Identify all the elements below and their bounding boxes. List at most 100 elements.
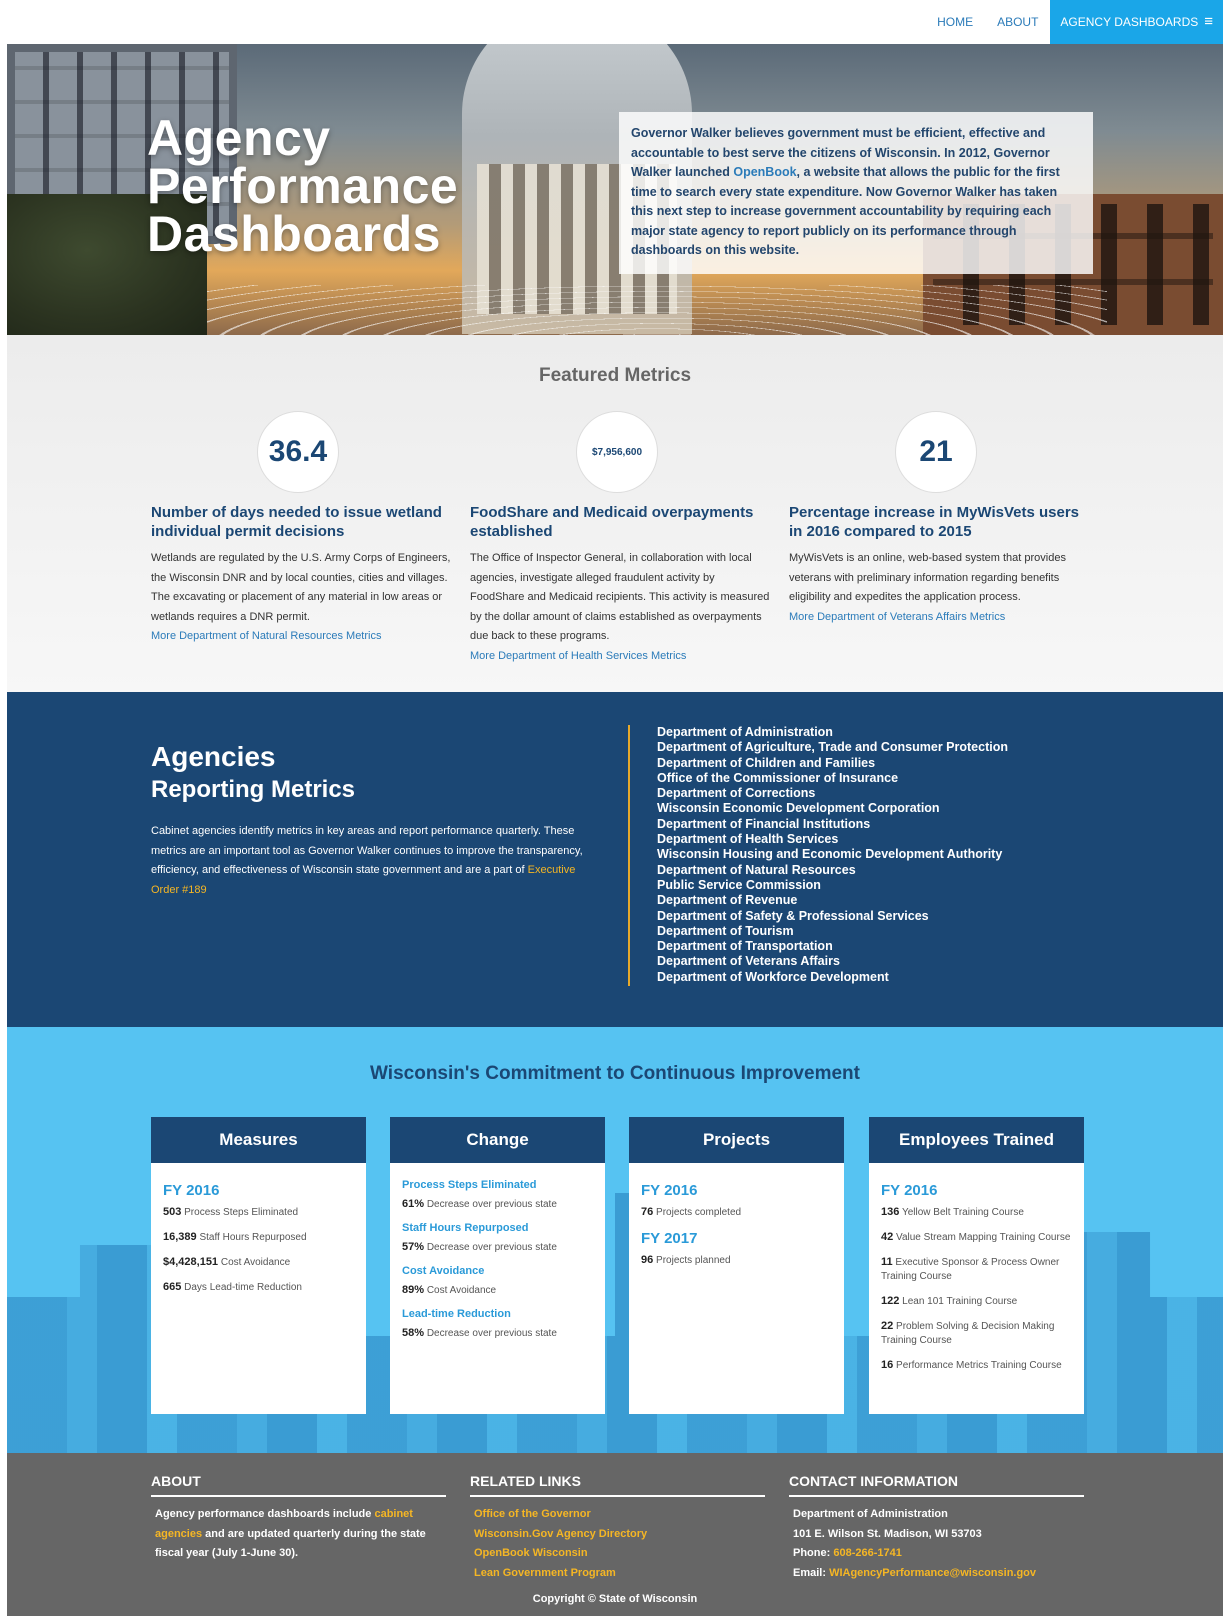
site-footer: ABOUT Agency performance dashboards incl…: [7, 1453, 1223, 1616]
stat-row: 122 Lean 101 Training Course: [881, 1294, 1072, 1309]
stat-label: Performance Metrics Training Course: [896, 1360, 1062, 1371]
stat-label: Process Steps Eliminated: [184, 1207, 299, 1218]
footer-link-openbook[interactable]: OpenBook Wisconsin: [474, 1544, 761, 1564]
contact-phone-label: Phone:: [793, 1547, 834, 1559]
agencies-divider: [628, 725, 630, 986]
agency-link[interactable]: Office of the Commissioner of Insurance: [657, 771, 1008, 786]
agency-link[interactable]: Department of Agriculture, Trade and Con…: [657, 740, 1008, 755]
top-nav: HOME ABOUT AGENCY DASHBOARDS ≡: [0, 0, 1223, 44]
stat-row: 16 Performance Metrics Training Course: [881, 1358, 1072, 1373]
nav-about-link[interactable]: ABOUT: [985, 0, 1050, 44]
agency-link[interactable]: Public Service Commission: [657, 878, 1008, 893]
hero-title-line3: Dashboards: [147, 206, 441, 262]
footer-links-column: RELATED LINKS Office of the Governor Wis…: [470, 1473, 765, 1583]
projects-card-body: FY 2016 76 Projects completed FY 2017 96…: [629, 1163, 844, 1268]
agency-link[interactable]: Department of Workforce Development: [657, 970, 1008, 985]
agency-link[interactable]: Department of Tourism: [657, 924, 1008, 939]
agency-link[interactable]: Wisconsin Housing and Economic Developme…: [657, 847, 1008, 862]
stat-number: 89%: [402, 1284, 425, 1296]
projects-card-header: Projects: [629, 1117, 844, 1163]
stat-number: 22: [881, 1320, 894, 1332]
metric-heading: Number of days needed to issue wetland i…: [151, 504, 442, 540]
stat-label: Projects completed: [656, 1207, 742, 1218]
stat-number: 58%: [402, 1327, 425, 1339]
hero-intro-text: Governor Walker believes government must…: [631, 124, 1081, 261]
nav-links: HOME ABOUT AGENCY DASHBOARDS ≡: [925, 0, 1223, 44]
agency-link[interactable]: Department of Natural Resources: [657, 863, 1008, 878]
footer-link-agency-directory[interactable]: Wisconsin.Gov Agency Directory: [474, 1525, 761, 1545]
stat-label: Yellow Belt Training Course: [901, 1207, 1024, 1218]
change-card-body: Process Steps Eliminated 61% Decrease ov…: [390, 1163, 605, 1341]
featured-metrics-title: Featured Metrics: [538, 365, 692, 386]
stat-number: 122: [881, 1295, 900, 1307]
footer-about-heading: ABOUT: [151, 1473, 446, 1497]
nav-home-link[interactable]: HOME: [925, 0, 985, 44]
stat-row: 96 Projects planned: [641, 1253, 832, 1268]
agency-link[interactable]: Department of Administration: [657, 725, 1008, 740]
stat-label: Days Lead-time Reduction: [184, 1282, 302, 1293]
agency-link[interactable]: Department of Veterans Affairs: [657, 954, 1008, 969]
agency-link[interactable]: Department of Transportation: [657, 939, 1008, 954]
hero-title: Agency Performance Dashboards: [147, 113, 458, 262]
metric-heading: FoodShare and Medicaid overpayments esta…: [470, 504, 754, 540]
footer-link-governor[interactable]: Office of the Governor: [474, 1505, 761, 1525]
stat-row: 503 Process Steps Eliminated: [163, 1205, 354, 1220]
agency-link[interactable]: Department of Financial Institutions: [657, 817, 1008, 832]
stat-number: 665: [163, 1281, 182, 1293]
agency-link[interactable]: Wisconsin Economic Development Corporati…: [657, 801, 1008, 816]
stat-row: 76 Projects completed: [641, 1205, 832, 1220]
agencies-section: Agencies Reporting Metrics Cabinet agenc…: [7, 692, 1223, 1027]
metric-heading: Percentage increase in MyWisVets users i…: [789, 504, 1080, 540]
nav-agency-dashboards-button[interactable]: AGENCY DASHBOARDS ≡: [1050, 0, 1223, 44]
stat-row: 57% Decrease over previous state: [402, 1240, 593, 1255]
stat-label: Decrease over previous state: [426, 1199, 557, 1210]
stat-label: Problem Solving & Decision Making Traini…: [881, 1321, 1055, 1346]
agencies-description: Cabinet agencies identify metrics in key…: [151, 822, 596, 900]
agency-link[interactable]: Department of Children and Families: [657, 756, 1008, 771]
footer-link-lean-government[interactable]: Lean Government Program: [474, 1564, 761, 1584]
measures-card-body: FY 2016 503 Process Steps Eliminated 16,…: [151, 1163, 366, 1295]
stat-row: 42 Value Stream Mapping Training Course: [881, 1230, 1072, 1245]
more-dnr-metrics-link[interactable]: More Department of Natural Resources Met…: [151, 627, 451, 647]
agency-link[interactable]: Department of Revenue: [657, 893, 1008, 908]
stat-row: 16,389 Staff Hours Repurposed: [163, 1230, 354, 1245]
agencies-title-line1: Agencies: [151, 741, 276, 772]
stat-number: 16: [881, 1359, 894, 1371]
fiscal-year-label: FY 2016: [881, 1182, 938, 1199]
agencies-description-text: Cabinet agencies identify metrics in key…: [151, 825, 583, 876]
stat-number: 503: [163, 1206, 182, 1218]
contact-phone-link[interactable]: 608-266-1741: [833, 1547, 902, 1559]
metric-card-mywisvets: 21 Percentage increase in MyWisVets user…: [789, 411, 1089, 627]
stat-row: 665 Days Lead-time Reduction: [163, 1280, 354, 1295]
stat-number: 96: [641, 1254, 654, 1266]
fiscal-year-label: FY 2016: [641, 1182, 698, 1199]
agency-link[interactable]: Department of Corrections: [657, 786, 1008, 801]
continuous-improvement-title: Wisconsin's Commitment to Continuous Imp…: [370, 1063, 860, 1084]
contact-email-link[interactable]: WIAgencyPerformance@wisconsin.gov: [829, 1567, 1036, 1579]
stat-number: 57%: [402, 1241, 425, 1253]
footer-about-column: ABOUT Agency performance dashboards incl…: [151, 1473, 446, 1564]
fiscal-year-label: FY 2017: [641, 1230, 698, 1247]
metric-description: MyWisVets is an online, web-based system…: [789, 552, 1066, 603]
stat-row: 89% Cost Avoidance: [402, 1283, 593, 1298]
footer-contact-heading: CONTACT INFORMATION: [789, 1473, 1084, 1497]
measures-card-header: Measures: [151, 1117, 366, 1163]
stat-label: Value Stream Mapping Training Course: [896, 1232, 1071, 1243]
stat-label: Lean 101 Training Course: [902, 1296, 1018, 1307]
hero-banner: Agency Performance Dashboards Governor W…: [7, 44, 1223, 335]
more-dhs-metrics-link[interactable]: More Department of Health Services Metri…: [470, 647, 770, 667]
stat-row: 22 Problem Solving & Decision Making Tra…: [881, 1319, 1072, 1348]
more-dva-metrics-link[interactable]: More Department of Veterans Affairs Metr…: [789, 608, 1089, 628]
stat-label: Cost Avoidance: [220, 1257, 291, 1268]
openbook-link[interactable]: OpenBook: [733, 165, 796, 179]
agency-link[interactable]: Department of Safety & Professional Serv…: [657, 909, 1008, 924]
contact-address: 101 E. Wilson St. Madison, WI 53703: [793, 1527, 982, 1540]
agency-list: Department of Administration Department …: [657, 725, 1008, 985]
agency-link[interactable]: Department of Health Services: [657, 832, 1008, 847]
stat-number: 42: [881, 1231, 894, 1243]
change-card-header: Change: [390, 1117, 605, 1163]
featured-metrics-section: Featured Metrics 36.4 Number of days nee…: [7, 335, 1223, 692]
stat-row: 136 Yellow Belt Training Course: [881, 1205, 1072, 1220]
employees-trained-card: Employees Trained FY 2016 136 Yellow Bel…: [869, 1117, 1084, 1414]
metric-card-foodshare: $7,956,600 FoodShare and Medicaid overpa…: [470, 411, 770, 666]
